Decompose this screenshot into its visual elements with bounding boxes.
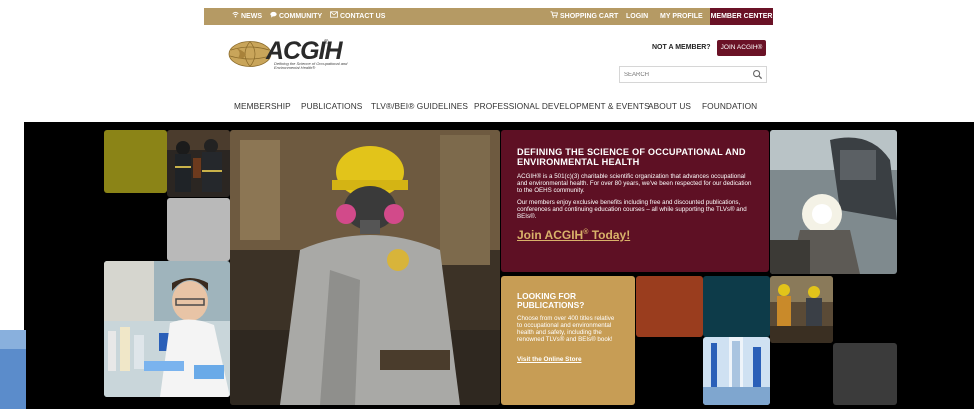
visit-online-store-link[interactable]: Visit the Online Store bbox=[517, 356, 582, 363]
member-center-button[interactable]: MEMBER CENTER bbox=[710, 8, 773, 25]
community-label: COMMUNITY bbox=[279, 13, 323, 20]
join-acgih-today-link[interactable]: Join ACGIH® Today! bbox=[517, 228, 630, 242]
news-label: NEWS bbox=[241, 13, 262, 20]
side-accent-highlight bbox=[0, 330, 26, 349]
lab-equipment-photo bbox=[703, 337, 770, 405]
nav-professional-development[interactable]: PROFESSIONAL DEVELOPMENT & EVENTS bbox=[474, 101, 650, 111]
welder-photo bbox=[770, 130, 897, 274]
shopping-cart-link[interactable]: SHOPPING CART bbox=[550, 8, 618, 25]
not-a-member-label: NOT A MEMBER? bbox=[652, 44, 711, 51]
search-input[interactable] bbox=[624, 69, 744, 81]
promo-heading: DEFINING THE SCIENCE OF OCCUPATIONAL AND… bbox=[517, 147, 746, 167]
hazmat-worker-photo bbox=[230, 130, 500, 405]
nav-publications[interactable]: PUBLICATIONS bbox=[301, 101, 362, 111]
rust-tile bbox=[636, 276, 703, 337]
promo-paragraph-1: ACGIH® is a 501(c)(3) charitable scienti… bbox=[517, 173, 752, 195]
chat-icon bbox=[269, 8, 277, 25]
gray-tile bbox=[167, 198, 230, 261]
join-link-text: Join ACGIH bbox=[517, 227, 584, 242]
logo-registered-mark: ® bbox=[324, 40, 329, 46]
publications-heading: LOOKING FOR PUBLICATIONS? bbox=[517, 291, 585, 310]
search-icon[interactable] bbox=[752, 69, 763, 80]
teal-tile bbox=[703, 276, 770, 337]
join-acgih-button[interactable]: JOIN ACGIH® bbox=[717, 40, 766, 56]
acgih-logo[interactable]: ACGIH ® Defining the Science of Occupati… bbox=[228, 37, 368, 74]
join-link-tail: Today! bbox=[588, 227, 631, 242]
login-link[interactable]: LOGIN bbox=[626, 8, 648, 25]
nav-foundation[interactable]: FOUNDATION bbox=[702, 101, 757, 111]
workers-photo bbox=[770, 276, 833, 343]
my-profile-link[interactable]: MY PROFILE bbox=[660, 8, 703, 25]
olive-tile bbox=[104, 130, 167, 193]
news-link[interactable]: NEWS bbox=[231, 8, 262, 25]
publications-panel: LOOKING FOR PUBLICATIONS? Choose from ov… bbox=[501, 276, 635, 405]
lab-scientist-photo bbox=[104, 261, 230, 397]
shopping-cart-label: SHOPPING CART bbox=[560, 13, 619, 20]
contact-link[interactable]: CONTACT US bbox=[330, 8, 385, 25]
nav-tlv-bei-guidelines[interactable]: TLV®/BEI® GUIDELINES bbox=[371, 101, 468, 111]
logo-tagline: Defining the Science of Occupational and… bbox=[274, 61, 348, 70]
about-promo-panel: DEFINING THE SCIENCE OF OCCUPATIONAL AND… bbox=[501, 130, 769, 272]
firefighters-photo bbox=[167, 130, 230, 197]
promo-paragraph-2: Our members enjoy exclusive benefits inc… bbox=[517, 199, 747, 221]
nav-about-us[interactable]: ABOUT US bbox=[648, 101, 691, 111]
utility-bar-strip: NEWS COMMUNITY CONTACT US SHOPPING CART … bbox=[204, 8, 773, 25]
cart-icon bbox=[550, 8, 559, 25]
dark-gray-tile bbox=[833, 343, 897, 405]
main-navigation: MEMBERSHIP PUBLICATIONS TLV®/BEI® GUIDEL… bbox=[0, 101, 974, 115]
nav-membership[interactable]: MEMBERSHIP bbox=[234, 101, 291, 111]
community-link[interactable]: COMMUNITY bbox=[269, 8, 322, 25]
wifi-icon bbox=[231, 8, 239, 25]
publications-body: Choose from over 400 titles relative to … bbox=[517, 315, 615, 344]
envelope-icon bbox=[330, 8, 338, 25]
search-box bbox=[619, 66, 767, 83]
contact-label: CONTACT US bbox=[340, 13, 386, 20]
utility-bar: NEWS COMMUNITY CONTACT US SHOPPING CART … bbox=[0, 0, 974, 26]
